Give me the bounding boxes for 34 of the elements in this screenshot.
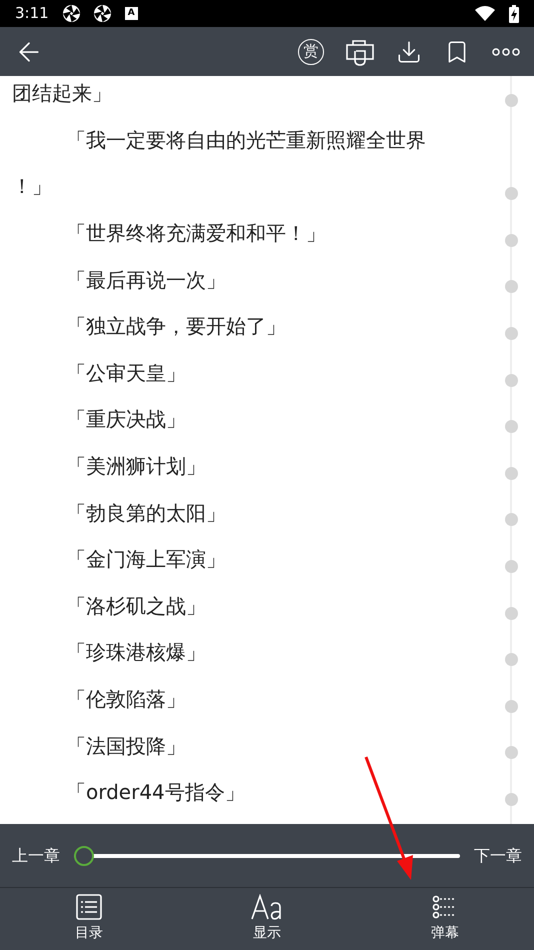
text-line: 「洛杉矶之战」 <box>65 592 206 620</box>
text-line: 「我一定要将自由的光芒重新照耀全世界 <box>65 126 426 154</box>
text-line: 「公审天皇」 <box>65 360 186 387</box>
text-line: 「勃良第的太阳」 <box>65 500 226 527</box>
print-icon[interactable] <box>346 38 374 66</box>
text-line: 「独立战争，要开始了」 <box>65 313 286 340</box>
status-time: 3:11 <box>15 3 49 24</box>
text-line: 「美洲狮计划」 <box>65 453 206 480</box>
nav-tab[interactable]: 目录 <box>0 888 178 950</box>
text-line: 「金门海上军演」 <box>65 546 226 574</box>
text-line: 「重庆决战」 <box>65 406 186 434</box>
text-line: 「法国投降」 <box>65 732 186 760</box>
aperture-icon <box>94 5 111 22</box>
wifi-icon <box>475 6 495 21</box>
text-line: ！」 <box>12 173 52 200</box>
battery-icon <box>509 4 519 22</box>
chapter-slider[interactable] <box>74 844 460 866</box>
aperture-icon <box>62 5 80 22</box>
next-chapter-button[interactable]: 下一章 <box>474 844 522 868</box>
more-icon[interactable] <box>492 48 520 56</box>
text-line: 「最后再说一次」 <box>65 266 226 294</box>
text-line: 团结起来」 <box>12 80 112 108</box>
reward-button[interactable]: 赏 <box>298 38 324 64</box>
text-line: 「珍珠港核爆」 <box>65 639 206 666</box>
font-size-icon <box>251 894 283 920</box>
list-icon <box>76 894 102 920</box>
download-button[interactable] <box>396 38 422 64</box>
nav-tab[interactable]: 显示 <box>178 888 356 950</box>
previous-chapter-button[interactable]: 上一章 <box>12 844 60 868</box>
notification-badge: A <box>124 7 138 20</box>
text-line: 「伦敦陷落」 <box>65 686 186 714</box>
text-line: 「order44号指令」 <box>65 779 245 806</box>
text-line: 「世界终将充满爱和和平！」 <box>65 220 326 248</box>
nav-tab[interactable]: 弹幕 <box>356 888 534 950</box>
